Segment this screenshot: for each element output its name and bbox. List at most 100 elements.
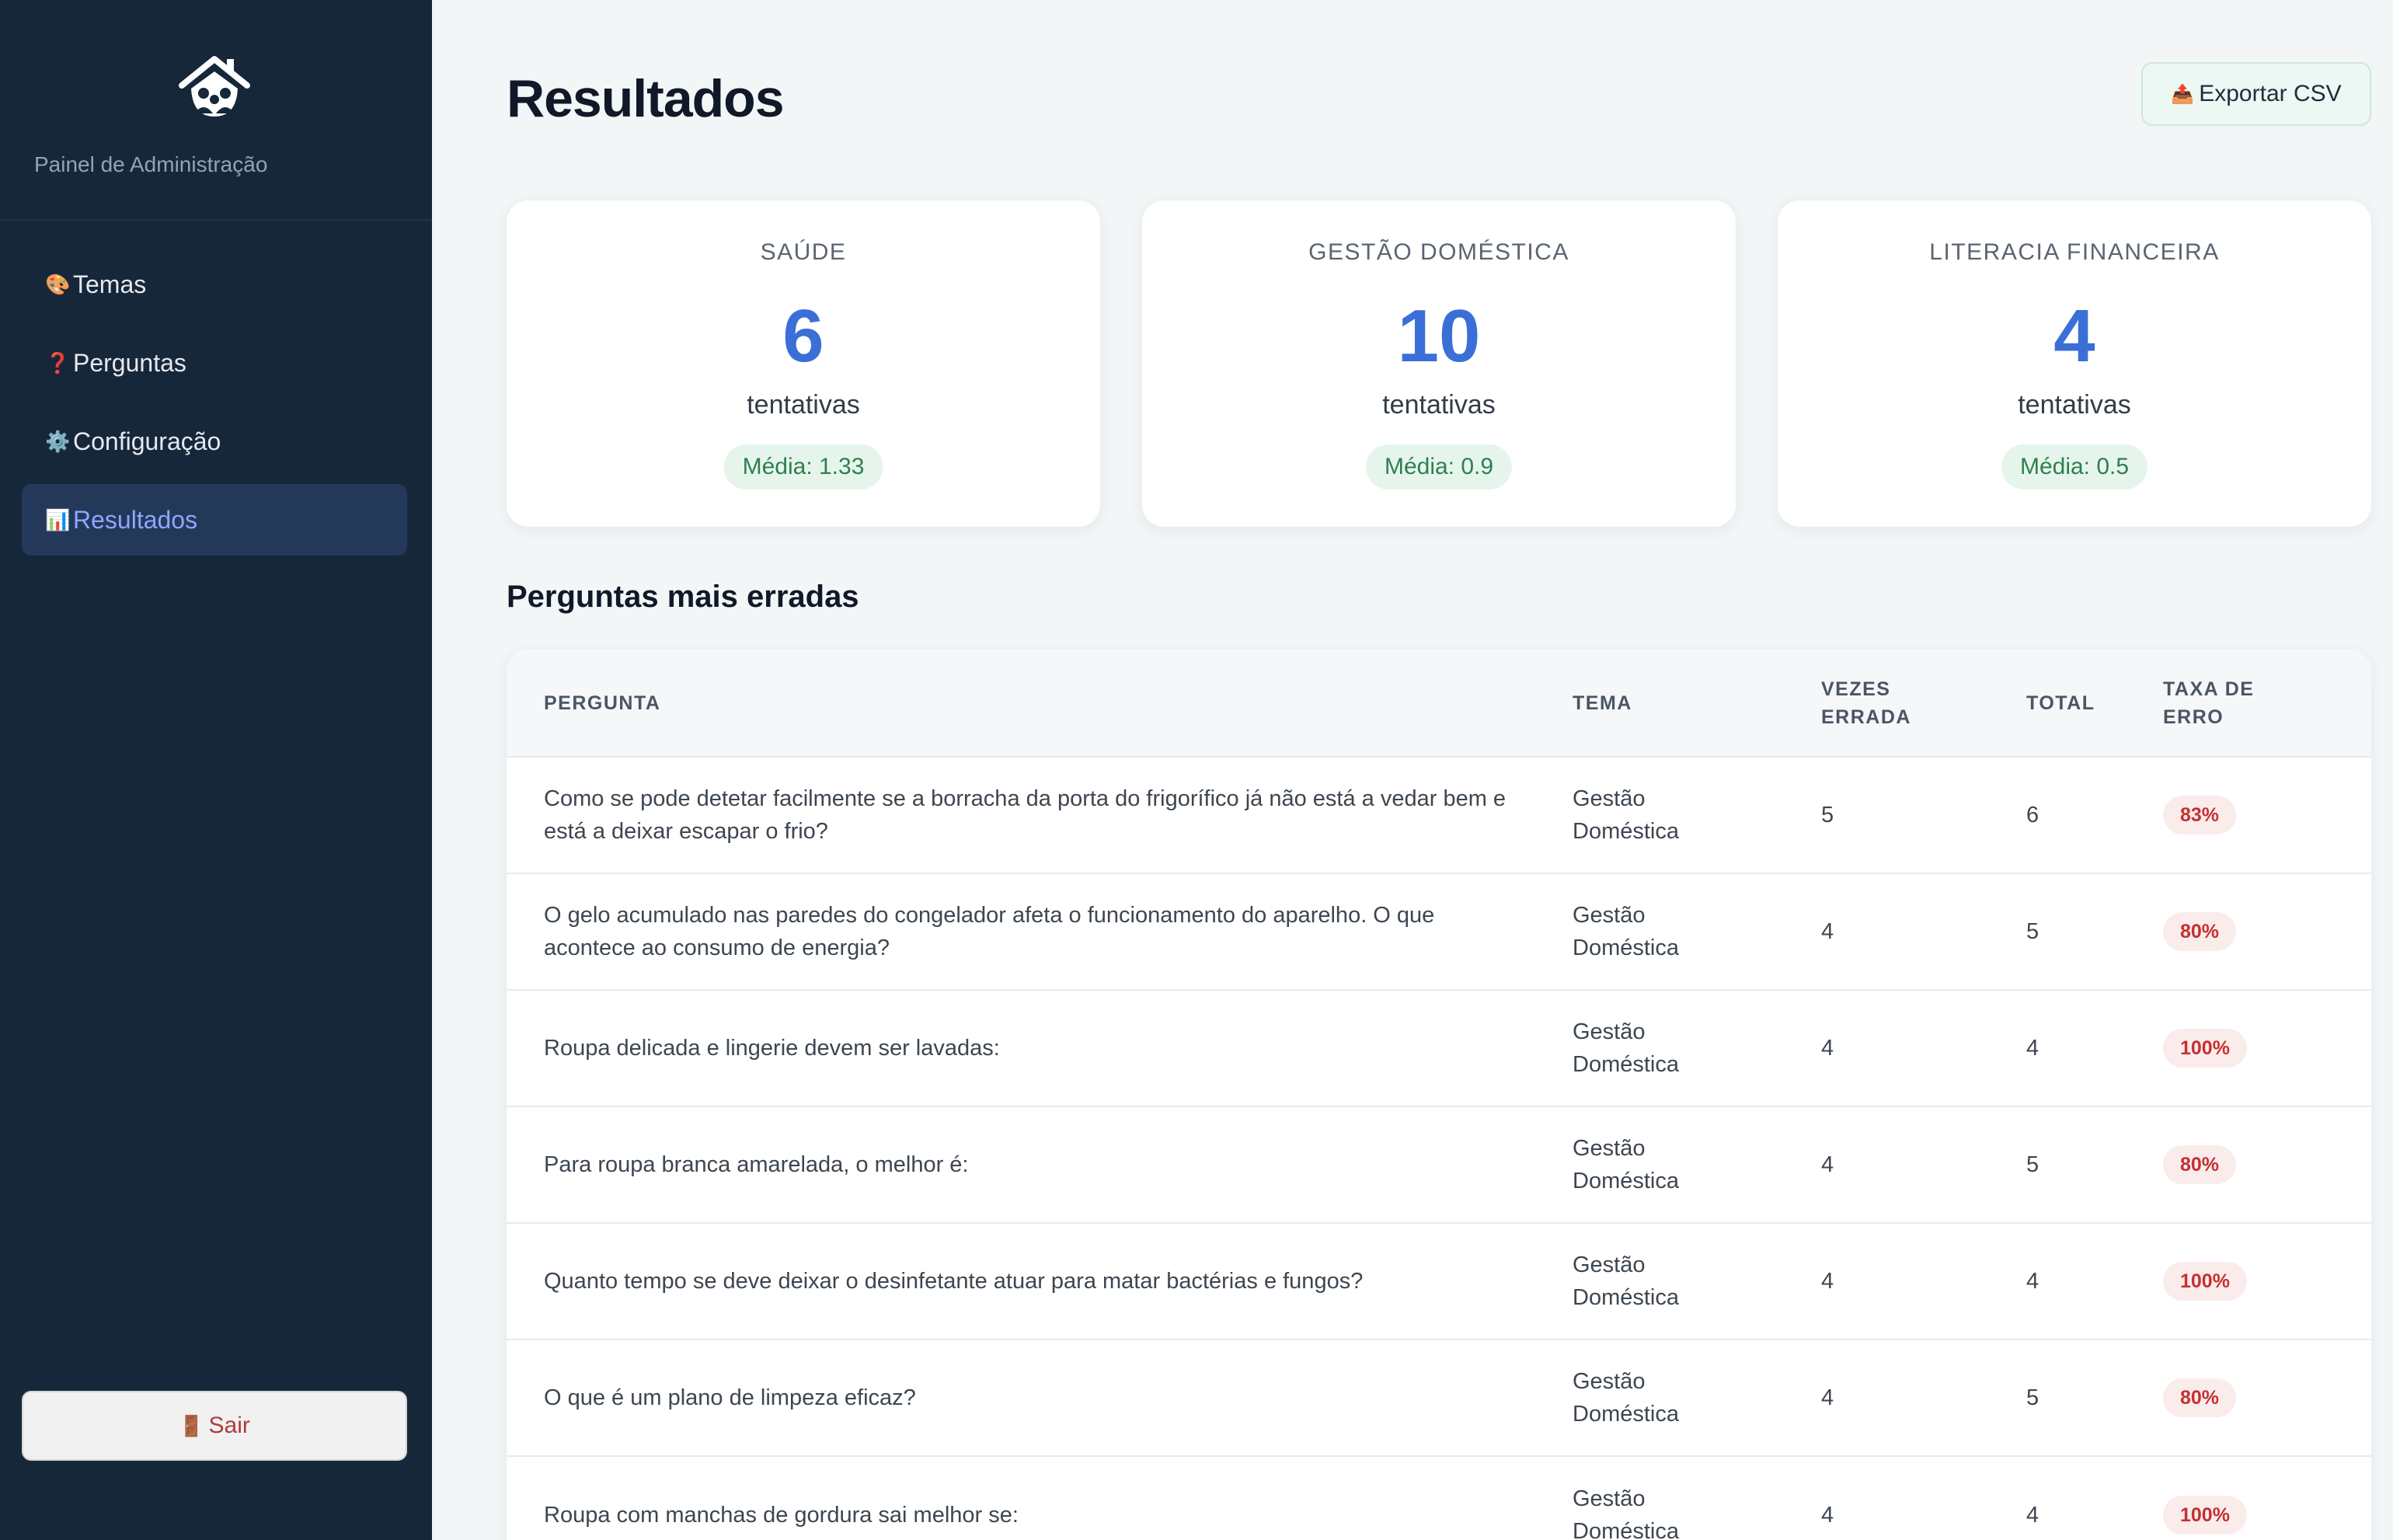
row-question: O que é um plano de limpeza eficaz? xyxy=(544,1385,916,1410)
column-header-wrong-label: VEZES ERRADA xyxy=(1821,678,1911,728)
card-attempts-count: 6 xyxy=(782,294,824,378)
stat-card-literacia-financeira: LITERACIA FINANCEIRA 4 tentativas Média:… xyxy=(1778,200,2371,527)
card-unit: tentativas xyxy=(747,390,860,420)
table-row: Roupa delicada e lingerie devem ser lava… xyxy=(507,990,2371,1106)
sidebar-item-temas[interactable]: 🎨 Temas xyxy=(22,249,407,320)
brand-header: Painel de Administração xyxy=(0,0,432,221)
card-label: LITERACIA FINANCEIRA xyxy=(1929,239,2220,265)
table-header-row: PERGUNTA TEMA VEZES ERRADA TOTAL TAXA DE… xyxy=(507,650,2371,757)
row-theme: Gestão Doméstica xyxy=(1573,1223,1821,1340)
door-icon: 🚪 xyxy=(179,1413,204,1437)
sidebar: Painel de Administração 🎨 Temas ❓ Pergun… xyxy=(0,0,432,1540)
card-average-badge: Média: 0.9 xyxy=(1365,444,1513,490)
table-row: Para roupa branca amarelada, o melhor é:… xyxy=(507,1106,2371,1223)
sidebar-item-label: Configuração xyxy=(73,427,221,455)
row-error-rate: 80% xyxy=(2163,1106,2371,1223)
row-error-rate: 80% xyxy=(2163,873,2371,990)
logout-label: Sair xyxy=(208,1413,250,1438)
stat-card-saude: SAÚDE 6 tentativas Média: 1.33 xyxy=(507,200,1100,527)
column-header-question[interactable]: PERGUNTA xyxy=(507,650,1573,757)
card-attempts-count: 10 xyxy=(1397,294,1481,378)
section-title: Perguntas mais erradas xyxy=(507,580,859,614)
error-rate-badge: 100% xyxy=(2163,1029,2247,1068)
row-theme-text: Gestão Doméstica xyxy=(1573,1486,1679,1540)
column-header-total[interactable]: TOTAL xyxy=(2026,650,2163,757)
row-total: 6 xyxy=(2026,803,2039,827)
row-theme: Gestão Doméstica xyxy=(1573,990,1821,1106)
row-wrong-count: 4 xyxy=(1821,1152,1834,1177)
results-table: PERGUNTA TEMA VEZES ERRADA TOTAL TAXA DE… xyxy=(507,650,2371,1540)
row-theme-text: Gestão Doméstica xyxy=(1573,1019,1679,1077)
sidebar-item-resultados[interactable]: 📊 Resultados xyxy=(22,484,407,556)
sidebar-item-label: Resultados xyxy=(73,505,198,534)
row-total: 4 xyxy=(2026,1036,2039,1061)
row-theme-text: Gestão Doméstica xyxy=(1573,1369,1679,1427)
column-header-error-rate[interactable]: TAXA DE ERRO xyxy=(2163,650,2371,757)
sidebar-nav: 🎨 Temas ❓ Perguntas ⚙️ Configuração 📊 Re… xyxy=(22,249,407,563)
card-unit: tentativas xyxy=(1382,390,1496,420)
row-theme: Gestão Doméstica xyxy=(1573,1106,1821,1223)
error-rate-badge: 80% xyxy=(2163,1378,2237,1417)
most-wrong-questions-table: PERGUNTA TEMA VEZES ERRADA TOTAL TAXA DE… xyxy=(507,650,2371,1540)
row-total: 5 xyxy=(2026,919,2039,944)
logout-button[interactable]: 🚪 Sair xyxy=(22,1391,407,1461)
row-total: 5 xyxy=(2026,1152,2039,1177)
row-error-rate: 100% xyxy=(2163,990,2371,1106)
table-row: Como se pode detetar facilmente se a bor… xyxy=(507,757,2371,873)
sidebar-item-perguntas[interactable]: ❓ Perguntas xyxy=(22,327,407,399)
row-wrong-count: 4 xyxy=(1821,1502,1834,1528)
row-total: 5 xyxy=(2026,1385,2039,1410)
palette-icon: 🎨 xyxy=(45,272,71,296)
row-question: Para roupa branca amarelada, o melhor é: xyxy=(544,1152,969,1177)
error-rate-badge: 80% xyxy=(2163,1145,2237,1184)
export-csv-button[interactable]: 📤 Exportar CSV xyxy=(2141,62,2371,126)
house-family-logo-icon xyxy=(179,56,250,117)
row-theme: Gestão Doméstica xyxy=(1573,873,1821,990)
row-wrong-count: 4 xyxy=(1821,1269,1834,1294)
card-average-badge: Média: 0.5 xyxy=(2001,444,2148,490)
card-label: GESTÃO DOMÉSTICA xyxy=(1308,239,1569,265)
row-wrong-count: 4 xyxy=(1821,1036,1834,1061)
row-theme: Gestão Doméstica xyxy=(1573,1456,1821,1540)
card-attempts-count: 4 xyxy=(2053,294,2095,378)
row-wrong-count: 5 xyxy=(1821,803,1834,827)
row-error-rate: 100% xyxy=(2163,1223,2371,1340)
row-question: Roupa delicada e lingerie devem ser lava… xyxy=(544,1036,1000,1061)
column-header-wrong-count[interactable]: VEZES ERRADA xyxy=(1821,650,2026,757)
row-theme-text: Gestão Doméstica xyxy=(1573,1253,1679,1310)
column-header-theme[interactable]: TEMA xyxy=(1573,650,1821,757)
column-header-rate-label: TAXA DE ERRO xyxy=(2163,678,2255,728)
bar-chart-icon: 📊 xyxy=(45,507,71,531)
card-label: SAÚDE xyxy=(760,239,847,265)
stat-card-gestao-domestica: GESTÃO DOMÉSTICA 10 tentativas Média: 0.… xyxy=(1142,200,1736,527)
panel-subtitle: Painel de Administração xyxy=(34,152,268,176)
export-csv-label: Exportar CSV xyxy=(2199,81,2342,106)
error-rate-badge: 80% xyxy=(2163,912,2237,951)
row-question: Quanto tempo se deve deixar o desinfetan… xyxy=(544,1269,1364,1294)
theme-stats-cards: SAÚDE 6 tentativas Média: 1.33 GESTÃO DO… xyxy=(507,200,2371,527)
card-average-badge: Média: 1.33 xyxy=(723,444,883,490)
row-wrong-count: 4 xyxy=(1821,919,1834,944)
row-wrong-count: 4 xyxy=(1821,1385,1834,1410)
table-row: O que é um plano de limpeza eficaz? Gest… xyxy=(507,1340,2371,1456)
table-row: Roupa com manchas de gordura sai melhor … xyxy=(507,1456,2371,1540)
sidebar-item-label: Temas xyxy=(73,270,147,298)
row-theme-text: Gestão Doméstica xyxy=(1573,786,1679,844)
error-rate-badge: 83% xyxy=(2163,796,2237,834)
row-total: 4 xyxy=(2026,1502,2039,1528)
row-question: Roupa com manchas de gordura sai melhor … xyxy=(544,1502,1019,1528)
error-rate-badge: 100% xyxy=(2163,1262,2247,1301)
card-unit: tentativas xyxy=(2018,390,2131,420)
row-error-rate: 83% xyxy=(2163,757,2371,873)
row-question: Como se pode detetar facilmente se a bor… xyxy=(544,786,1507,844)
table-row: Quanto tempo se deve deixar o desinfetan… xyxy=(507,1223,2371,1340)
sidebar-item-configuracao[interactable]: ⚙️ Configuração xyxy=(22,406,407,477)
sidebar-item-label: Perguntas xyxy=(73,348,186,377)
row-theme-text: Gestão Doméstica xyxy=(1573,903,1679,960)
row-total: 4 xyxy=(2026,1269,2039,1294)
export-icon: 📤 xyxy=(2171,83,2195,105)
row-error-rate: 80% xyxy=(2163,1340,2371,1456)
row-theme-text: Gestão Doméstica xyxy=(1573,1136,1679,1193)
row-error-rate: 100% xyxy=(2163,1456,2371,1540)
gear-icon: ⚙️ xyxy=(45,429,71,453)
